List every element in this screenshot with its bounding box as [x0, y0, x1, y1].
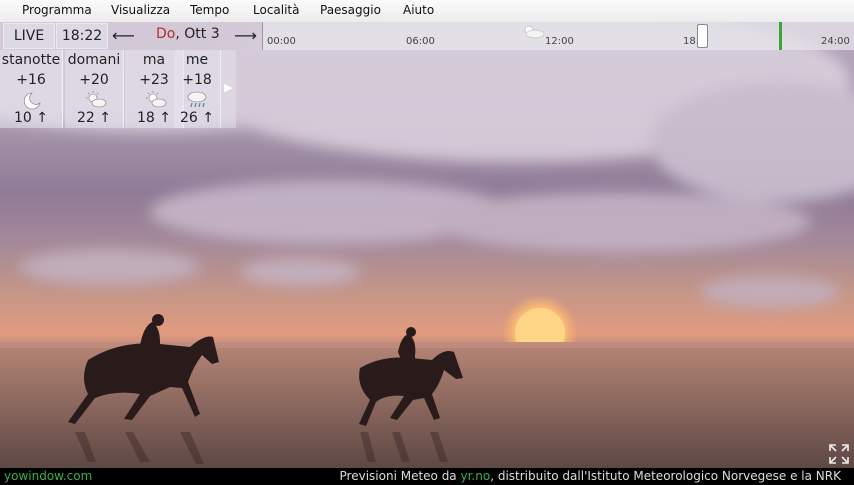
timeline-bar: LIVE 18:22 ⟵ Do, Ott 3 ⟶ 00:00 06:00 12:… [0, 22, 854, 50]
hour-label: 12:00 [545, 36, 574, 47]
wind-arrow-icon: ↑ [36, 110, 48, 126]
live-button[interactable]: LIVE [3, 23, 55, 49]
next-day-arrow-icon[interactable]: ⟶ [234, 26, 257, 45]
now-marker [779, 22, 782, 50]
partly-sunny-icon [86, 91, 107, 108]
attribution: Previsioni Meteo da yr.no, distribuito d… [340, 469, 841, 483]
forecast-wind: 22 ↑ [65, 110, 123, 126]
forecast-temperature: +18 [182, 72, 212, 88]
menu-programma[interactable]: Programma [22, 3, 92, 17]
previous-day-arrow-icon[interactable]: ⟵ [112, 26, 135, 45]
forecast-day-name: stanotte [1, 52, 61, 68]
wind-speed: 10 [13, 110, 32, 126]
footer-bar: yowindow.com Previsioni Meteo da yr.no, … [0, 468, 854, 485]
hour-label: 00:00 [267, 36, 296, 47]
forecast-temperature: +20 [79, 72, 109, 88]
moon-icon [24, 92, 41, 110]
brand-link[interactable]: yowindow.com [4, 469, 92, 483]
current-time[interactable]: 18:22 [56, 23, 108, 49]
menu-aiuto[interactable]: Aiuto [403, 3, 434, 17]
hour-label: 06:00 [406, 36, 435, 47]
yr-link[interactable]: yr.no [461, 469, 491, 483]
forecast-day-name: domani [67, 52, 121, 68]
forecast-wind: 26 ↑ [174, 110, 220, 126]
attribution-suffix: , distribuito dall'Istituto Meteorologic… [490, 469, 841, 483]
menu-visualizza[interactable]: Visualizza [111, 3, 170, 17]
forecast-wind: 10 ↑ [0, 110, 62, 126]
forecast-next-button[interactable]: ▶ [220, 50, 236, 128]
forecast-temperature: +16 [16, 72, 46, 88]
partly-sunny-icon [524, 25, 545, 39]
partly-sunny-icon [146, 91, 167, 108]
fullscreen-icon[interactable] [828, 443, 850, 465]
forecast-day[interactable]: domani +20 22 ↑ [65, 50, 124, 128]
date-day: Do [156, 26, 176, 42]
wind-arrow-icon: ↑ [99, 110, 111, 126]
wind-speed: 26 [179, 110, 198, 126]
wind-arrow-icon: ↑ [159, 110, 171, 126]
menu-tempo[interactable]: Tempo [190, 3, 229, 17]
time-slider-track[interactable]: 00:00 06:00 12:00 18: 24:00 [262, 22, 854, 50]
attribution-prefix: Previsioni Meteo da [339, 469, 457, 483]
forecast-day-name: me [185, 52, 209, 68]
wind-speed: 18 [136, 110, 155, 126]
rain-icon [187, 91, 207, 108]
date-label: Do, Ott 3 [156, 26, 220, 42]
wind-speed: 22 [76, 110, 95, 126]
wind-arrow-icon: ↑ [202, 110, 214, 126]
hour-label: 24:00 [821, 36, 850, 47]
menu-localita[interactable]: Località [253, 3, 300, 17]
menu-paesaggio[interactable]: Paesaggio [320, 3, 381, 17]
date-rest: , Ott 3 [175, 26, 220, 42]
forecast-day[interactable]: me +18 26 ↑ [174, 50, 221, 128]
time-slider-handle[interactable] [697, 24, 708, 48]
play-right-icon: ▶ [224, 81, 233, 94]
forecast-day[interactable]: stanotte +16 10 ↑ [0, 50, 63, 128]
menu-bar: Programma Visualizza Tempo Località Paes… [0, 0, 854, 23]
